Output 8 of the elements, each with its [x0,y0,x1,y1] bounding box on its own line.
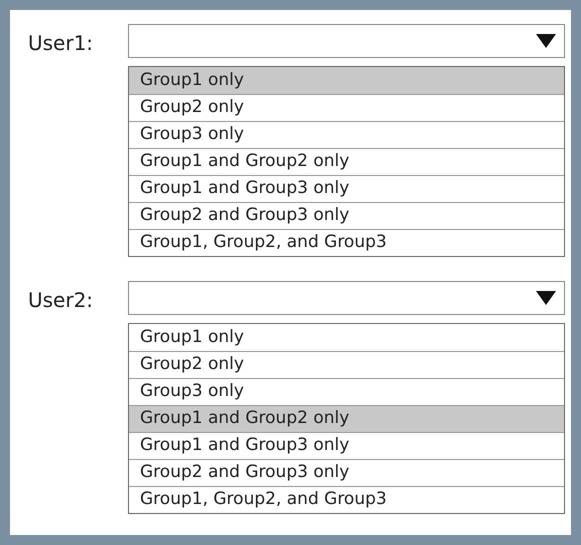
dropdown-option[interactable]: Group1 only [129,67,564,94]
dropdown-arrow-icon [536,34,556,48]
dropdown[interactable] [128,24,565,58]
question-label: User1: [28,30,94,57]
dropdown-option[interactable]: Group1 and Group2 only [129,405,564,432]
question-label: User2: [28,287,94,314]
dropdown-arrow-icon [536,291,556,305]
dropdown[interactable] [128,281,565,315]
